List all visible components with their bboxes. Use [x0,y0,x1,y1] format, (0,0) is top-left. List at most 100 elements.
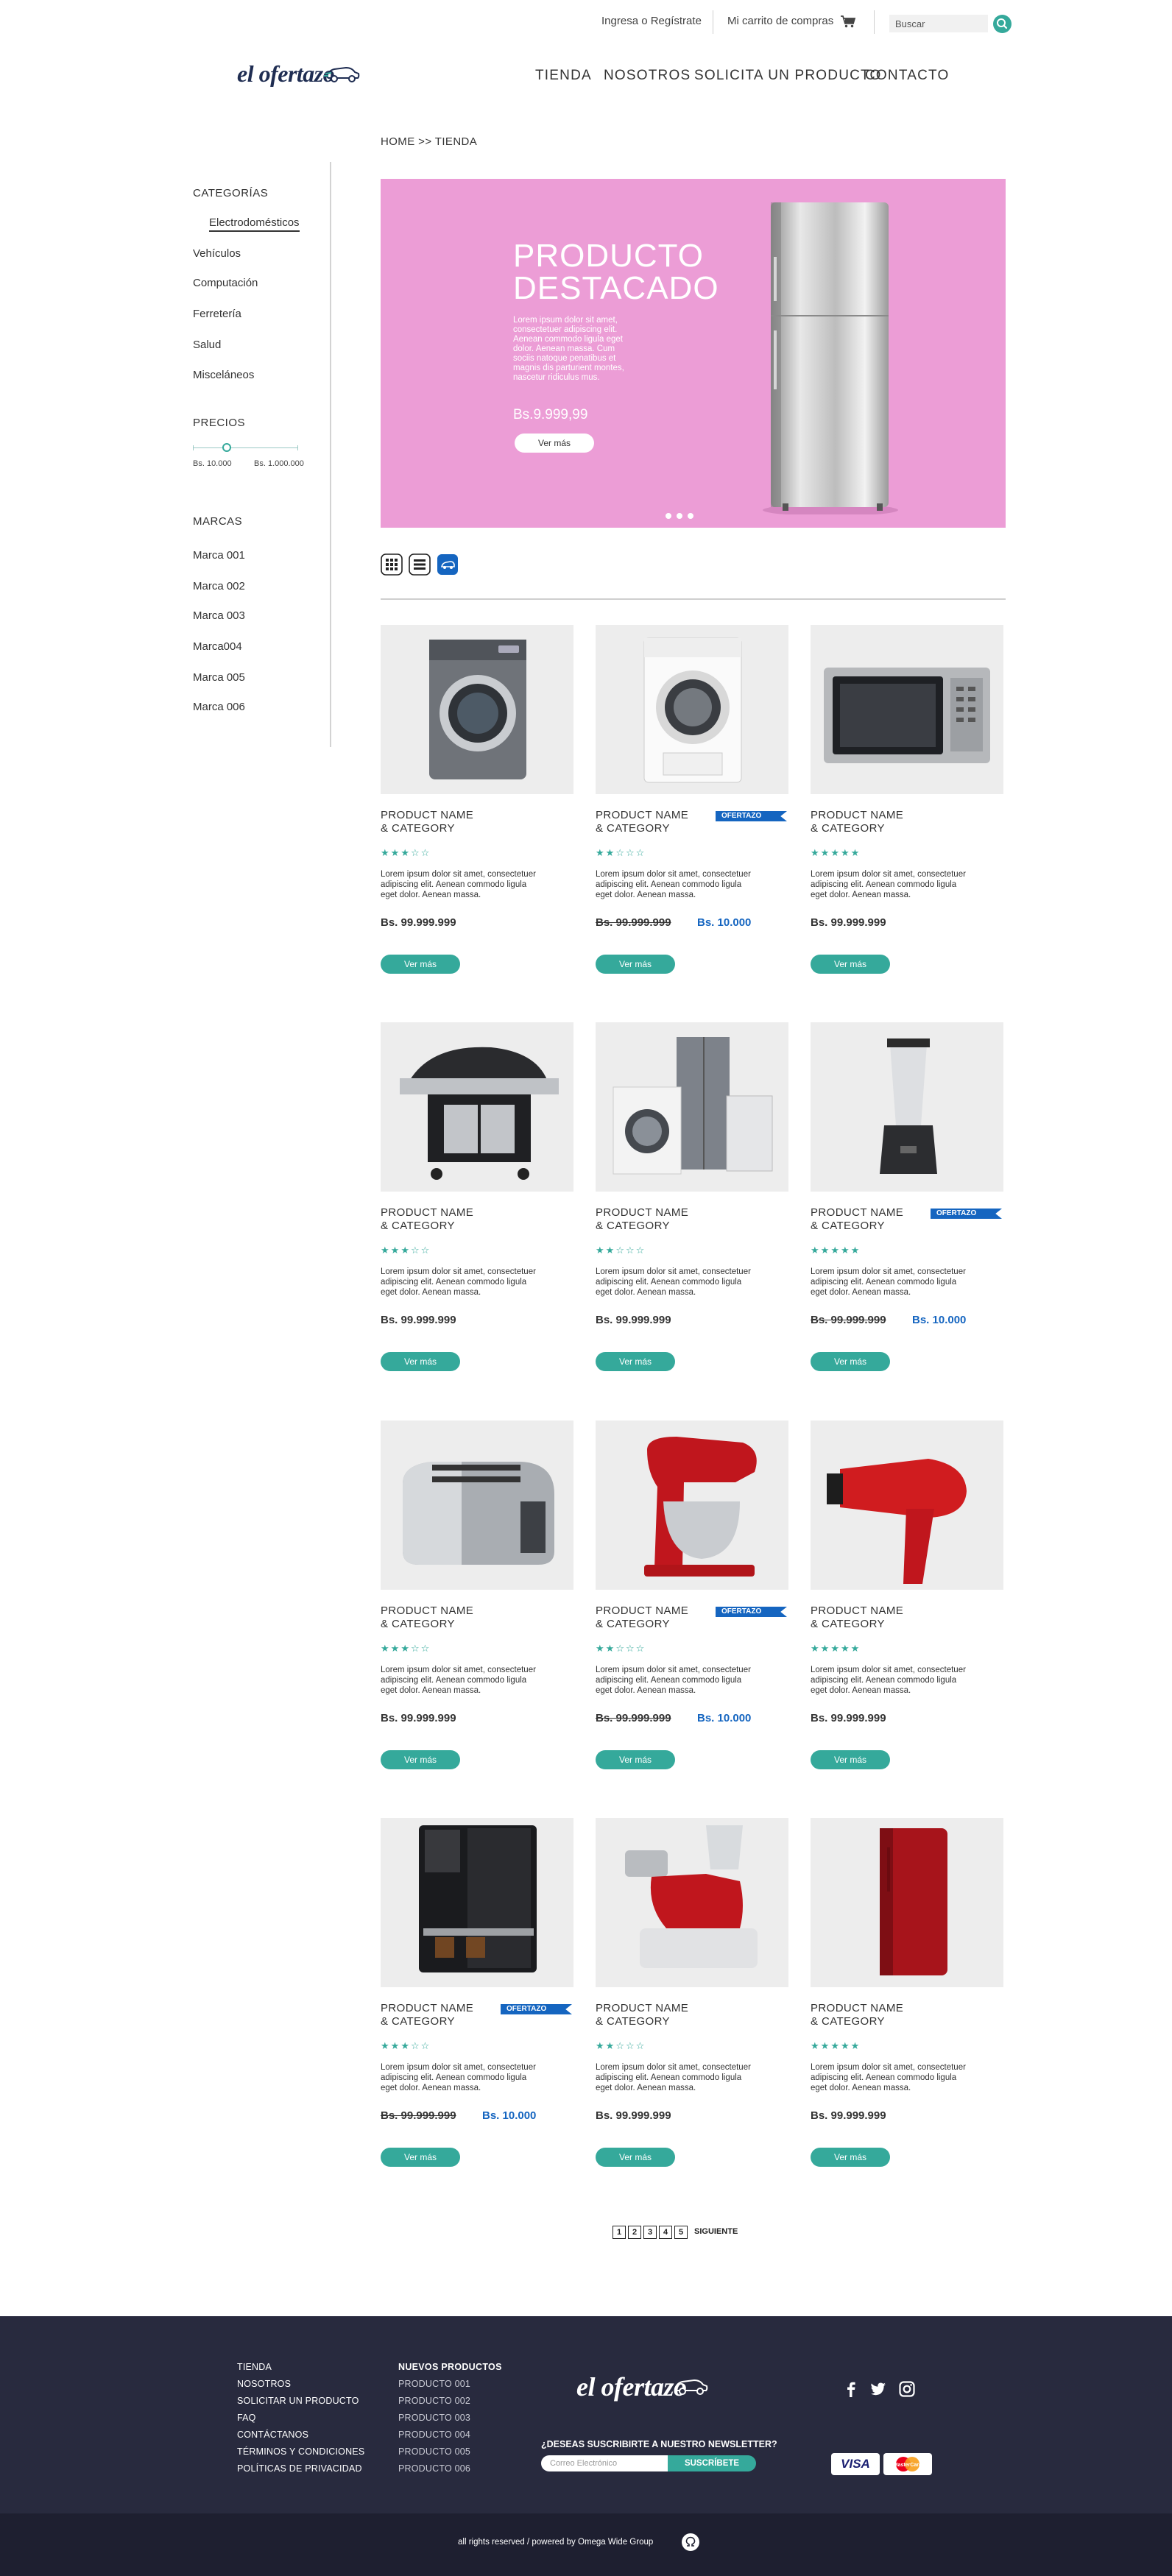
grid-view-icon[interactable] [381,553,403,576]
product-card[interactable]: PRODUCT NAME & CATEGORY ★★★★★ Lorem ipsum d… [811,1420,1003,1803]
product-name[interactable]: PRODUCT NAME & CATEGORY [811,1206,903,1233]
product-image[interactable] [381,1022,573,1192]
product-name[interactable]: PRODUCT NAME & CATEGORY [381,1604,473,1631]
footer-link-solicitar[interactable]: SOLICITAR UN PRODUCTO [237,2396,359,2406]
product-name[interactable]: PRODUCT NAME & CATEGORY [596,1206,688,1233]
price-slider-handle[interactable] [222,443,231,452]
product-name[interactable]: PRODUCT NAME & CATEGORY [596,809,688,835]
product-image[interactable] [596,1818,788,1987]
ver-mas-button[interactable]: Ver más [811,1750,890,1769]
brand-item[interactable]: Marca 006 [193,701,245,713]
product-image[interactable] [811,625,1003,794]
category-item-computacion[interactable]: Computación [193,277,258,289]
product-card[interactable]: PRODUCT NAME & CATEGORY ★★★★★ Lorem ipsum d… [811,1818,1003,2201]
newsletter-email-input[interactable] [541,2455,668,2471]
site-logo[interactable]: el ofertazo [237,60,360,88]
product-card[interactable]: PRODUCT NAME & CATEGORY ★★★☆☆ Lorem ipsum d… [381,625,573,1008]
ver-mas-button[interactable]: Ver más [381,1750,460,1769]
product-name[interactable]: PRODUCT NAME & CATEGORY [811,2002,903,2028]
page-link[interactable]: 5 [674,2226,688,2239]
breadcrumb[interactable]: HOME >> TIENDA [381,135,477,148]
category-item-electrodomesticos[interactable]: Electrodomésticos [209,216,300,232]
login-link[interactable]: Ingresa o Regístrate [601,15,702,27]
footer-product-link[interactable]: PRODUCTO 002 [398,2396,470,2406]
product-image[interactable] [596,1420,788,1590]
list-view-icon[interactable] [409,553,431,576]
footer-link-faq[interactable]: FAQ [237,2413,256,2423]
nav-solicita-producto[interactable]: SOLICITA UN PRODUCTO [694,68,882,84]
footer-logo[interactable]: el ofertazo [576,2371,708,2402]
ver-mas-button[interactable]: Ver más [811,955,890,974]
ver-mas-button[interactable]: Ver más [596,1352,675,1371]
product-image[interactable] [811,1818,1003,1987]
search-button[interactable] [993,15,1012,33]
product-image[interactable] [596,625,788,794]
product-card[interactable]: PRODUCT NAME & CATEGORY OFERTAZO ★★☆☆☆ Lorem… [596,625,788,1008]
ver-mas-button[interactable]: Ver más [381,955,460,974]
twitter-icon[interactable] [869,2379,888,2399]
footer-link-terminos[interactable]: TÉRMINOS Y CONDICIONES [237,2446,364,2457]
brand-item[interactable]: Marca 005 [193,671,245,684]
ver-mas-button[interactable]: Ver más [596,955,675,974]
product-card[interactable]: PRODUCT NAME & CATEGORY ★★☆☆☆ Lorem ipsum d… [596,1818,788,2201]
category-item-miscelaneos[interactable]: Misceláneos [193,369,254,381]
product-card[interactable]: PRODUCT NAME & CATEGORY ★★★☆☆ Lorem ipsum d… [381,1022,573,1405]
footer-link-politicas[interactable]: POLÍTICAS DE PRIVACIDAD [237,2463,362,2474]
product-name[interactable]: PRODUCT NAME & CATEGORY [381,2002,473,2028]
brand-item[interactable]: Marca 002 [193,580,245,592]
product-card[interactable]: PRODUCT NAME & CATEGORY ★★★☆☆ Lorem ipsum d… [381,1420,573,1803]
product-card[interactable]: PRODUCT NAME & CATEGORY OFERTAZO ★★★★★ Lorem… [811,1022,1003,1405]
footer-product-link[interactable]: PRODUCTO 004 [398,2430,470,2440]
ver-mas-button[interactable]: Ver más [596,1750,675,1769]
facebook-icon[interactable] [841,2379,861,2399]
ver-mas-button[interactable]: Ver más [811,2148,890,2167]
search-input[interactable] [889,15,988,32]
cart-icon[interactable] [840,15,856,28]
nav-contacto[interactable]: CONTACTO [865,68,949,84]
product-image[interactable] [381,625,573,794]
product-image[interactable] [381,1420,573,1590]
footer-product-link[interactable]: PRODUCTO 003 [398,2413,470,2423]
product-image[interactable] [381,1818,573,1987]
ver-mas-button[interactable]: Ver más [381,2148,460,2167]
carousel-dot[interactable] [688,513,693,519]
footer-link-tienda[interactable]: TIENDA [237,2362,272,2372]
ver-mas-button[interactable]: Ver más [596,2148,675,2167]
brand-item[interactable]: Marca 003 [193,609,245,622]
carousel-dot[interactable] [666,513,671,519]
product-card[interactable]: PRODUCT NAME & CATEGORY OFERTAZO ★★★☆☆ Lorem… [381,1818,573,2201]
page-link[interactable]: 2 [628,2226,641,2239]
next-page-link[interactable]: SIGUIENTE [694,2225,738,2238]
product-name[interactable]: PRODUCT NAME & CATEGORY [596,1604,688,1631]
product-name[interactable]: PRODUCT NAME & CATEGORY [811,1604,903,1631]
brand-item[interactable]: Marca 001 [193,549,245,562]
price-slider-track[interactable] [193,447,297,448]
product-image[interactable] [811,1022,1003,1192]
page-link[interactable]: 4 [659,2226,672,2239]
ver-mas-button[interactable]: Ver más [381,1352,460,1371]
product-card[interactable]: PRODUCT NAME & CATEGORY OFERTAZO ★★☆☆☆ Lorem… [596,1420,788,1803]
category-item-ferreteria[interactable]: Ferretería [193,308,241,320]
footer-product-link[interactable]: PRODUCTO 001 [398,2379,470,2389]
product-name[interactable]: PRODUCT NAME & CATEGORY [596,2002,688,2028]
footer-link-nosotros[interactable]: NOSOTROS [237,2379,291,2389]
category-item-salud[interactable]: Salud [193,339,221,351]
page-link[interactable]: 3 [643,2226,657,2239]
hero-ver-mas-button[interactable]: Ver más [515,434,594,453]
footer-product-link[interactable]: PRODUCTO 005 [398,2446,470,2457]
footer-product-link[interactable]: PRODUCTO 006 [398,2463,470,2474]
product-image[interactable] [811,1420,1003,1590]
omega-logo-icon[interactable] [682,2533,699,2551]
nav-nosotros[interactable]: NOSOTROS [604,68,691,84]
instagram-icon[interactable] [897,2379,917,2399]
product-image[interactable] [596,1022,788,1192]
nav-tienda[interactable]: TIENDA [535,68,592,84]
product-name[interactable]: PRODUCT NAME & CATEGORY [811,809,903,835]
product-name[interactable]: PRODUCT NAME & CATEGORY [381,809,473,835]
brand-item[interactable]: Marca004 [193,640,242,653]
product-name[interactable]: PRODUCT NAME & CATEGORY [381,1206,473,1233]
ver-mas-button[interactable]: Ver más [811,1352,890,1371]
page-link[interactable]: 1 [613,2226,626,2239]
product-card[interactable]: PRODUCT NAME & CATEGORY ★★☆☆☆ Lorem ipsum d… [596,1022,788,1405]
ofertazo-view-icon[interactable] [437,553,459,576]
